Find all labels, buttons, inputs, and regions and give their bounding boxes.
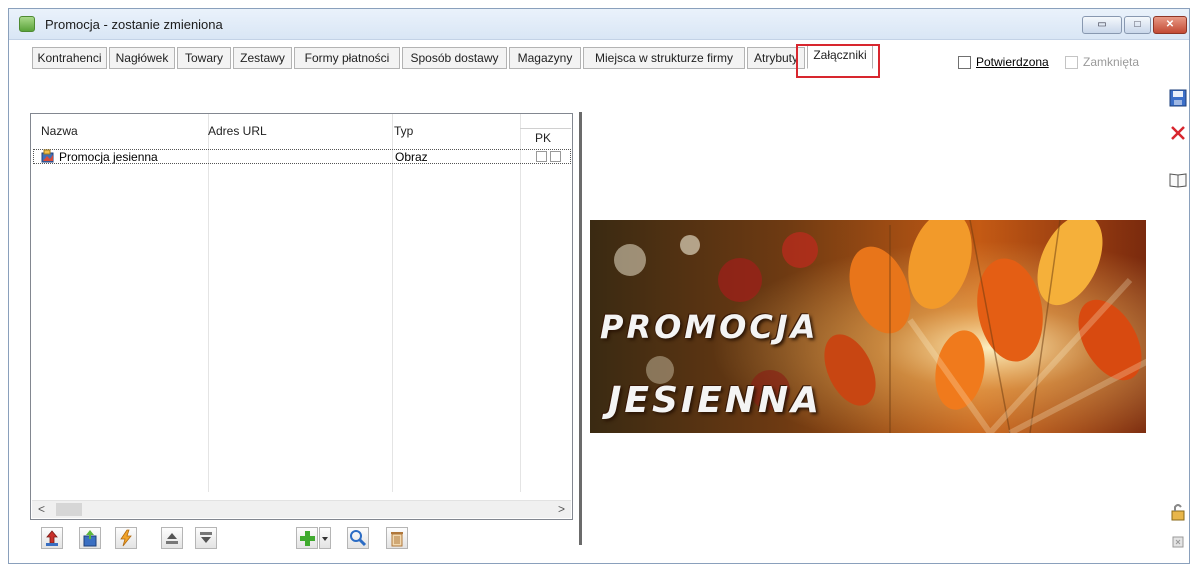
zamknieta-checkbox: [1065, 56, 1078, 69]
save-icon: [1169, 89, 1187, 107]
attachment-name: Promocja jesienna: [59, 150, 158, 164]
title-bar: Promocja - zostanie zmieniona ▭ □ ✕: [9, 9, 1189, 40]
horizontal-scrollbar[interactable]: < >: [32, 500, 571, 518]
import-icon: [46, 530, 58, 546]
cancel-icon: [1171, 126, 1185, 140]
tab-sposob-dostawy[interactable]: Sposób dostawy: [402, 47, 507, 69]
preview-button[interactable]: [347, 527, 369, 549]
lock-icon: [1171, 504, 1185, 521]
potwierdzona-checkbox[interactable]: [958, 56, 971, 69]
delete-button[interactable]: [386, 527, 408, 549]
tab-formy-platnosci[interactable]: Formy płatności: [294, 47, 400, 69]
maximize-button[interactable]: □: [1124, 16, 1151, 34]
tab-towary[interactable]: Towary: [177, 47, 231, 69]
add-icon: [300, 531, 315, 546]
scroll-right-arrow[interactable]: >: [558, 502, 565, 516]
app-icon: [19, 16, 35, 32]
column-separator: [392, 114, 393, 492]
cancel-button[interactable]: [1166, 123, 1190, 145]
close-button[interactable]: ✕: [1153, 16, 1187, 34]
move-down-button[interactable]: [195, 527, 217, 549]
potwierdzona-label: Potwierdzona: [976, 55, 1049, 69]
scroll-left-arrow[interactable]: <: [38, 502, 45, 516]
add-dropdown-button[interactable]: [319, 527, 331, 549]
pk-checkbox[interactable]: [536, 151, 547, 162]
move-down-icon: [200, 532, 212, 543]
column-header-adres-url[interactable]: Adres URL: [208, 124, 267, 138]
attachment-type: Obraz: [395, 150, 428, 164]
column-separator: [208, 114, 209, 492]
minimize-button[interactable]: ▭: [1082, 16, 1122, 34]
tab-zestawy[interactable]: Zestawy: [233, 47, 292, 69]
save-button[interactable]: [1166, 88, 1190, 110]
refresh-icon: [120, 529, 132, 547]
dropdown-icon: [322, 537, 328, 541]
preview-line-2: JESIENNA: [608, 380, 823, 421]
column-header-nazwa[interactable]: Nazwa: [41, 124, 78, 138]
tab-kontrahenci[interactable]: Kontrahenci: [32, 47, 107, 69]
tab-magazyny[interactable]: Magazyny: [509, 47, 581, 69]
tab-miejsca-w-strukturze-firmy[interactable]: Miejsca w strukturze firmy: [583, 47, 745, 69]
attachment-preview-image: PROMOCJA JESIENNA: [590, 220, 1146, 433]
add-button[interactable]: [296, 527, 318, 549]
attachments-list[interactable]: Nazwa Adres URL Typ PK Promocja jesienna…: [30, 113, 573, 520]
import-button[interactable]: [41, 527, 63, 549]
export-button[interactable]: [79, 527, 101, 549]
export-icon: [83, 530, 97, 547]
column-separator: [520, 114, 521, 492]
preview-line-1: PROMOCJA: [600, 308, 819, 346]
move-up-button[interactable]: [161, 527, 183, 549]
pk-checkbox-secondary[interactable]: [550, 151, 561, 162]
help-book-button[interactable]: [1166, 170, 1190, 192]
move-up-icon: [166, 533, 178, 544]
delete-icon: [391, 532, 403, 547]
refresh-button[interactable]: [115, 527, 137, 549]
panel-splitter[interactable]: [579, 112, 582, 545]
pin-icon: [1172, 536, 1184, 548]
column-header-pk[interactable]: PK: [535, 131, 551, 145]
preview-icon: [350, 530, 367, 547]
pin-button[interactable]: [1166, 532, 1190, 554]
lock-button[interactable]: [1166, 502, 1190, 524]
window-title: Promocja - zostanie zmieniona: [45, 17, 223, 32]
active-tab-highlight: [796, 44, 880, 78]
zamknieta-label: Zamknięta: [1083, 55, 1140, 69]
book-icon: [1169, 173, 1187, 188]
header-divider: [520, 128, 571, 129]
tab-naglowek[interactable]: Nagłówek: [109, 47, 175, 69]
column-header-typ[interactable]: Typ: [394, 124, 413, 138]
attachment-image-icon: [41, 149, 54, 163]
scroll-thumb[interactable]: [56, 503, 82, 516]
